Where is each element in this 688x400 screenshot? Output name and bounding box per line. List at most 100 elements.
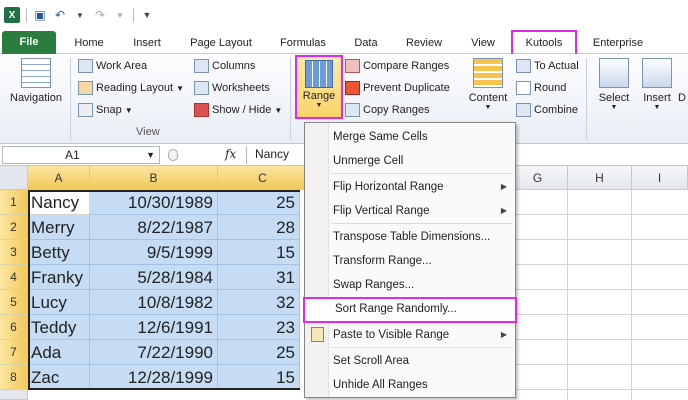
table-cell[interactable]: 9/5/1999 xyxy=(90,240,218,265)
snap-button[interactable]: Snap ▼ xyxy=(78,103,133,117)
menu-item-transpose-table-dimensions[interactable]: Transpose Table Dimensions... xyxy=(329,225,515,249)
undo-dropdown-icon[interactable]: ▼ xyxy=(73,8,87,22)
insert-button[interactable]: Insert ▼ xyxy=(638,58,676,111)
table-cell[interactable]: 5/28/1984 xyxy=(90,265,218,290)
tab-file[interactable]: File xyxy=(2,31,56,54)
tab-formulas[interactable]: Formulas xyxy=(272,32,334,54)
tab-insert[interactable]: Insert xyxy=(122,32,172,54)
menu-item-flip-vertical-range[interactable]: Flip Vertical Range ▶ xyxy=(329,199,515,223)
table-cell[interactable]: Merry xyxy=(28,215,90,240)
menu-item-flip-horizontal-range[interactable]: Flip Horizontal Range ▶ xyxy=(329,175,515,199)
partial-button[interactable]: D xyxy=(678,92,688,104)
table-cell[interactable]: 12/28/1999 xyxy=(90,365,218,390)
column-header-i[interactable]: I xyxy=(632,166,688,190)
name-box[interactable]: A1 ▼ xyxy=(2,146,160,164)
snap-label: Snap xyxy=(96,104,122,116)
combine-button[interactable]: Combine xyxy=(516,103,578,117)
table-cell[interactable]: 28 xyxy=(218,215,300,240)
tab-review[interactable]: Review xyxy=(398,32,450,54)
row-header[interactable]: 3 xyxy=(0,240,28,265)
show-hide-button[interactable]: Show / Hide ▼ xyxy=(194,103,282,117)
row-header[interactable]: 8 xyxy=(0,365,28,390)
select-all-corner[interactable] xyxy=(0,166,28,190)
row-header[interactable]: 7 xyxy=(0,340,28,365)
round-icon xyxy=(516,81,531,95)
table-cell[interactable]: 8/22/1987 xyxy=(90,215,218,240)
table-cell[interactable]: 23 xyxy=(218,315,300,340)
menu-item-unmerge-cell[interactable]: Unmerge Cell xyxy=(329,149,515,173)
resize-handle-icon[interactable] xyxy=(168,149,178,161)
menu-item-set-scroll-area[interactable]: Set Scroll Area xyxy=(329,349,515,373)
compare-ranges-button[interactable]: Compare Ranges xyxy=(345,59,449,73)
work-area-button[interactable]: Work Area xyxy=(78,59,147,73)
menu-item-label: Flip Horizontal Range xyxy=(333,181,444,193)
table-cell[interactable]: Ada xyxy=(28,340,90,365)
columns-button[interactable]: Columns xyxy=(194,59,255,73)
table-cell[interactable]: Lucy xyxy=(28,290,90,315)
table-cell[interactable]: Teddy xyxy=(28,315,90,340)
tab-data[interactable]: Data xyxy=(346,32,386,54)
empty-cells[interactable] xyxy=(508,190,688,400)
save-icon[interactable]: ▣ xyxy=(33,8,47,22)
redo-dropdown-icon[interactable]: ▼ xyxy=(113,8,127,22)
navigation-button[interactable]: Navigation xyxy=(4,58,68,104)
column-header-g[interactable]: G xyxy=(508,166,568,190)
tab-view[interactable]: View xyxy=(462,32,504,54)
menu-divider xyxy=(331,223,513,224)
menu-item-swap-ranges[interactable]: Swap Ranges... xyxy=(329,273,515,297)
to-actual-icon xyxy=(516,59,531,73)
table-cell[interactable]: Betty xyxy=(28,240,90,265)
table-cell[interactable]: Zac xyxy=(28,365,90,390)
menu-item-sort-range-randomly[interactable]: Sort Range Randomly... xyxy=(303,297,517,323)
menu-item-unhide-all-ranges[interactable]: Unhide All Ranges xyxy=(329,373,515,397)
menu-item-paste-to-visible-range[interactable]: Paste to Visible Range ▶ xyxy=(329,323,515,347)
column-header-h[interactable]: H xyxy=(568,166,632,190)
table-cell[interactable]: 10/30/1989 xyxy=(90,190,218,215)
row-header[interactable]: 1 xyxy=(0,190,28,215)
menu-item-merge-same-cells[interactable]: Merge Same Cells xyxy=(329,125,515,149)
undo-icon[interactable]: ↶ xyxy=(53,8,67,22)
chevron-down-icon: ▼ xyxy=(124,105,133,115)
range-button[interactable]: Range ▼ xyxy=(295,55,343,119)
table-cell[interactable]: 32 xyxy=(218,290,300,315)
table-cell[interactable]: Nancy xyxy=(28,190,90,215)
content-button[interactable]: Content ▼ xyxy=(464,58,512,111)
reading-layout-label: Reading Layout xyxy=(96,82,174,94)
customize-toolbar-icon[interactable]: ▼ xyxy=(140,8,154,22)
redo-icon[interactable]: ↷ xyxy=(93,8,107,22)
round-button[interactable]: Round xyxy=(516,81,566,95)
table-cell[interactable]: 15 xyxy=(218,365,300,390)
row-header[interactable] xyxy=(0,390,28,400)
row-header[interactable]: 2 xyxy=(0,215,28,240)
to-actual-button[interactable]: To Actual xyxy=(516,59,579,73)
select-button[interactable]: Select ▼ xyxy=(594,58,634,111)
table-cell[interactable]: 25 xyxy=(218,340,300,365)
tab-enterprise[interactable]: Enterprise xyxy=(586,32,650,54)
copy-ranges-button[interactable]: Copy Ranges xyxy=(345,103,430,117)
table-cell[interactable]: 15 xyxy=(218,240,300,265)
table-cell[interactable]: 31 xyxy=(218,265,300,290)
tab-home[interactable]: Home xyxy=(66,32,112,54)
prevent-duplicate-button[interactable]: Prevent Duplicate xyxy=(345,81,450,95)
column-header-b[interactable]: B xyxy=(90,166,218,190)
table-cell[interactable]: 25 xyxy=(218,190,300,215)
column-header-a[interactable]: A xyxy=(28,166,90,190)
insert-function-icon[interactable]: fx xyxy=(225,147,236,161)
table-cell[interactable]: 10/8/1982 xyxy=(90,290,218,315)
menu-item-transform-range[interactable]: Transform Range... xyxy=(329,249,515,273)
table-cell[interactable]: 7/22/1990 xyxy=(90,340,218,365)
tab-kutools[interactable]: Kutools xyxy=(511,30,577,56)
chevron-down-icon[interactable]: ▼ xyxy=(146,147,155,163)
tab-page-layout[interactable]: Page Layout xyxy=(182,32,260,54)
column-header-c[interactable]: C xyxy=(218,166,308,190)
table-cell[interactable]: Franky xyxy=(28,265,90,290)
reading-layout-button[interactable]: Reading Layout ▼ xyxy=(78,81,184,95)
row-header[interactable]: 6 xyxy=(0,315,28,340)
quick-access-toolbar: X ▣ ↶ ▼ ↷ ▼ ▼ xyxy=(0,0,688,30)
table-cell[interactable]: 12/6/1991 xyxy=(90,315,218,340)
row-header[interactable]: 4 xyxy=(0,265,28,290)
worksheets-button[interactable]: Worksheets xyxy=(194,81,270,95)
row-header[interactable]: 5 xyxy=(0,290,28,315)
clipboard-icon xyxy=(311,327,324,342)
to-actual-label: To Actual xyxy=(534,60,579,72)
